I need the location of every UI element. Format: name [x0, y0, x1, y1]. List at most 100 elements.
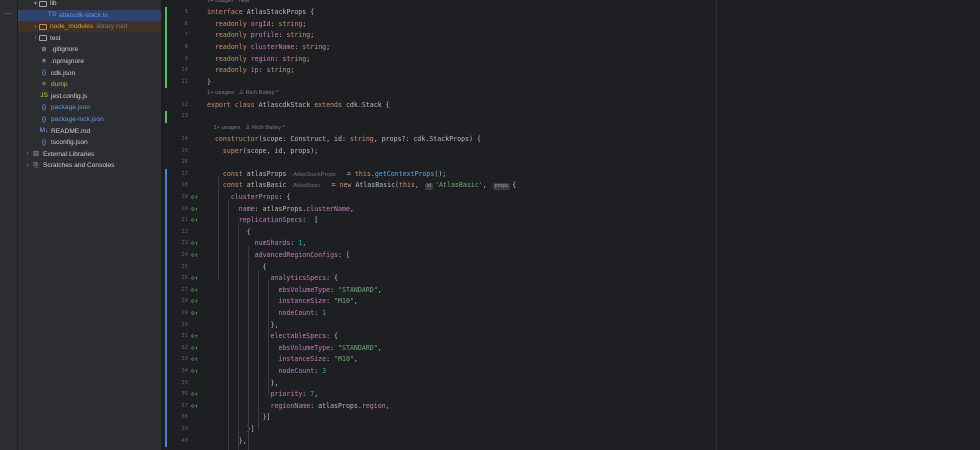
vcs-change-marker[interactable]: [165, 18, 167, 31]
tree-item[interactable]: {} cdk.json: [18, 68, 161, 79]
code-line[interactable]: const atlasProps : AtlasStackProps = thi…: [207, 169, 446, 181]
implements-icon[interactable]: ⊙↑: [191, 192, 198, 204]
inlay-usages-hint[interactable]: 1+ usages new *: [207, 0, 253, 7]
implements-icon[interactable]: ⊙↑: [191, 366, 198, 378]
vcs-change-marker[interactable]: [165, 284, 167, 297]
implements-icon[interactable]: ⊙↑: [191, 389, 198, 401]
tree-item[interactable]: TS atlascdk-stack.ts: [18, 9, 161, 21]
vcs-change-marker[interactable]: [165, 331, 167, 343]
vcs-change-marker[interactable]: [165, 435, 167, 448]
vcs-change-marker[interactable]: [165, 389, 167, 401]
code-line[interactable]: },: [207, 436, 247, 448]
vcs-change-marker[interactable]: [165, 319, 167, 332]
code-line[interactable]: electableSpecs: {: [207, 331, 339, 343]
implements-icon[interactable]: ⊙↑: [191, 285, 198, 297]
vcs-change-marker[interactable]: [165, 366, 167, 378]
tree-item[interactable]: M↓ README.md: [18, 126, 161, 137]
code-line[interactable]: readonly ip: string;: [207, 65, 294, 77]
code-line[interactable]: name: atlasProps.clusterName,: [207, 204, 354, 216]
vcs-change-marker[interactable]: [165, 111, 167, 123]
tree-item[interactable]: {} tsconfig.json: [18, 137, 161, 148]
chevron-icon[interactable]: ›: [24, 151, 31, 157]
chevron-icon[interactable]: ›: [32, 24, 39, 30]
implements-icon[interactable]: ⊙↑: [191, 308, 198, 320]
vcs-change-marker[interactable]: [165, 215, 167, 227]
implements-icon[interactable]: ⊙↑: [191, 238, 198, 250]
code-line[interactable]: ebsVolumeType: "STANDARD",: [207, 343, 381, 355]
tree-item[interactable]: ≡ .npmignore: [18, 56, 161, 67]
vcs-change-marker[interactable]: [165, 42, 167, 54]
tree-item[interactable]: JS jest.config.js: [18, 91, 161, 102]
implements-icon[interactable]: ⊙↑: [191, 215, 198, 227]
vcs-change-marker[interactable]: [165, 7, 167, 19]
code-line[interactable]: constructor(scope: Construct, id: string…: [207, 134, 481, 146]
tree-item[interactable]: › test: [18, 33, 161, 44]
implements-icon[interactable]: ⊙↑: [191, 401, 198, 413]
code-line[interactable]: super(scope, id, props);: [207, 146, 318, 158]
code-line[interactable]: const atlasBasic : AtlasBasic = new Atla…: [207, 180, 516, 192]
vcs-change-marker[interactable]: [165, 273, 167, 285]
tree-item[interactable]: › ⎘ Scratches and Consoles: [18, 160, 161, 171]
implements-icon[interactable]: ⊙↑: [191, 273, 198, 285]
code-line[interactable]: instanceSize: "M10",: [207, 354, 357, 366]
vcs-change-marker[interactable]: [165, 168, 167, 181]
vcs-change-marker[interactable]: [165, 377, 167, 390]
chevron-icon[interactable]: ›: [32, 35, 39, 41]
vcs-change-marker[interactable]: [165, 308, 167, 320]
code-line[interactable]: nodeCount: 3: [207, 366, 326, 378]
code-line[interactable]: export class AtlascdkStack extends cdk.S…: [207, 100, 390, 112]
tree-item[interactable]: › ▥ External Libraries: [18, 149, 161, 160]
vcs-change-marker[interactable]: [165, 342, 167, 355]
code-line[interactable]: ebsVolumeType: "STANDARD",: [207, 285, 381, 297]
vcs-change-marker[interactable]: [165, 65, 167, 77]
vcs-change-marker[interactable]: [165, 424, 167, 436]
indent-guide: [248, 246, 249, 450]
tree-item[interactable]: › node_modules library root: [18, 21, 161, 33]
vcs-change-marker[interactable]: [165, 250, 167, 262]
tree-item[interactable]: ⊘ .gitignore: [18, 44, 161, 55]
implements-icon[interactable]: ⊙↑: [191, 296, 198, 308]
vcs-change-marker[interactable]: [165, 192, 167, 204]
code-line[interactable]: readonly region: string;: [207, 54, 310, 66]
tree-item[interactable]: {} package-lock.json: [18, 114, 161, 125]
code-editor[interactable]: 1+ usages new * 5 interface AtlasStackProp…: [162, 0, 980, 450]
vcs-change-marker[interactable]: [165, 354, 167, 366]
implements-icon[interactable]: ⊙↑: [191, 343, 198, 355]
vcs-change-marker[interactable]: [165, 238, 167, 250]
vcs-change-marker[interactable]: [165, 53, 167, 66]
vcs-change-marker[interactable]: [165, 400, 167, 413]
code-line[interactable]: readonly profile: string;: [207, 30, 314, 42]
code-line[interactable]: readonly orgId: string;: [207, 19, 306, 31]
code-line[interactable]: numShards: 1,: [207, 238, 307, 250]
vcs-change-marker[interactable]: [165, 296, 167, 308]
vcs-change-marker[interactable]: [165, 203, 167, 216]
chevron-icon[interactable]: ▾: [32, 0, 39, 7]
vcs-change-marker[interactable]: [165, 30, 167, 42]
code-line[interactable]: instanceSize: "M10",: [207, 296, 357, 308]
code-line[interactable]: }: [207, 77, 211, 89]
code-line[interactable]: priority: 7,: [207, 389, 319, 401]
more-icon[interactable]: ⋯: [4, 9, 12, 18]
code-line[interactable]: analyticsSpecs: {: [207, 273, 339, 285]
inlay-usages-hint[interactable]: 1+ usages ♙ Rich Bailey *: [207, 123, 284, 134]
code-line[interactable]: regionName: atlasProps.region,: [207, 401, 390, 413]
code-line[interactable]: interface AtlasStackProps {: [207, 7, 314, 19]
code-line[interactable]: readonly clusterName: string;: [207, 42, 330, 54]
tree-item[interactable]: ≡ dump: [18, 79, 161, 90]
code-line[interactable]: nodeCount: 1: [207, 308, 326, 320]
inlay-usages-hint[interactable]: 1+ usages ♙ Rich Bailey *: [207, 88, 278, 99]
vcs-change-marker[interactable]: [165, 76, 167, 89]
code-line[interactable]: clusterProps: {: [207, 192, 291, 204]
implements-icon[interactable]: ⊙↑: [191, 250, 198, 262]
vcs-change-marker[interactable]: [165, 226, 167, 239]
implements-icon[interactable]: ⊙↑: [191, 354, 198, 366]
implements-icon[interactable]: ⊙↑: [191, 204, 198, 216]
tree-item[interactable]: {} package.json: [18, 102, 161, 113]
vcs-change-marker[interactable]: [165, 412, 167, 424]
chevron-icon[interactable]: ›: [24, 163, 31, 169]
tree-item[interactable]: ▾ lib: [18, 0, 161, 9]
vcs-change-marker[interactable]: [165, 261, 167, 274]
code-line[interactable]: replicationSpecs: [: [207, 215, 318, 227]
vcs-change-marker[interactable]: [165, 180, 167, 192]
implements-icon[interactable]: ⊙↑: [191, 331, 198, 343]
